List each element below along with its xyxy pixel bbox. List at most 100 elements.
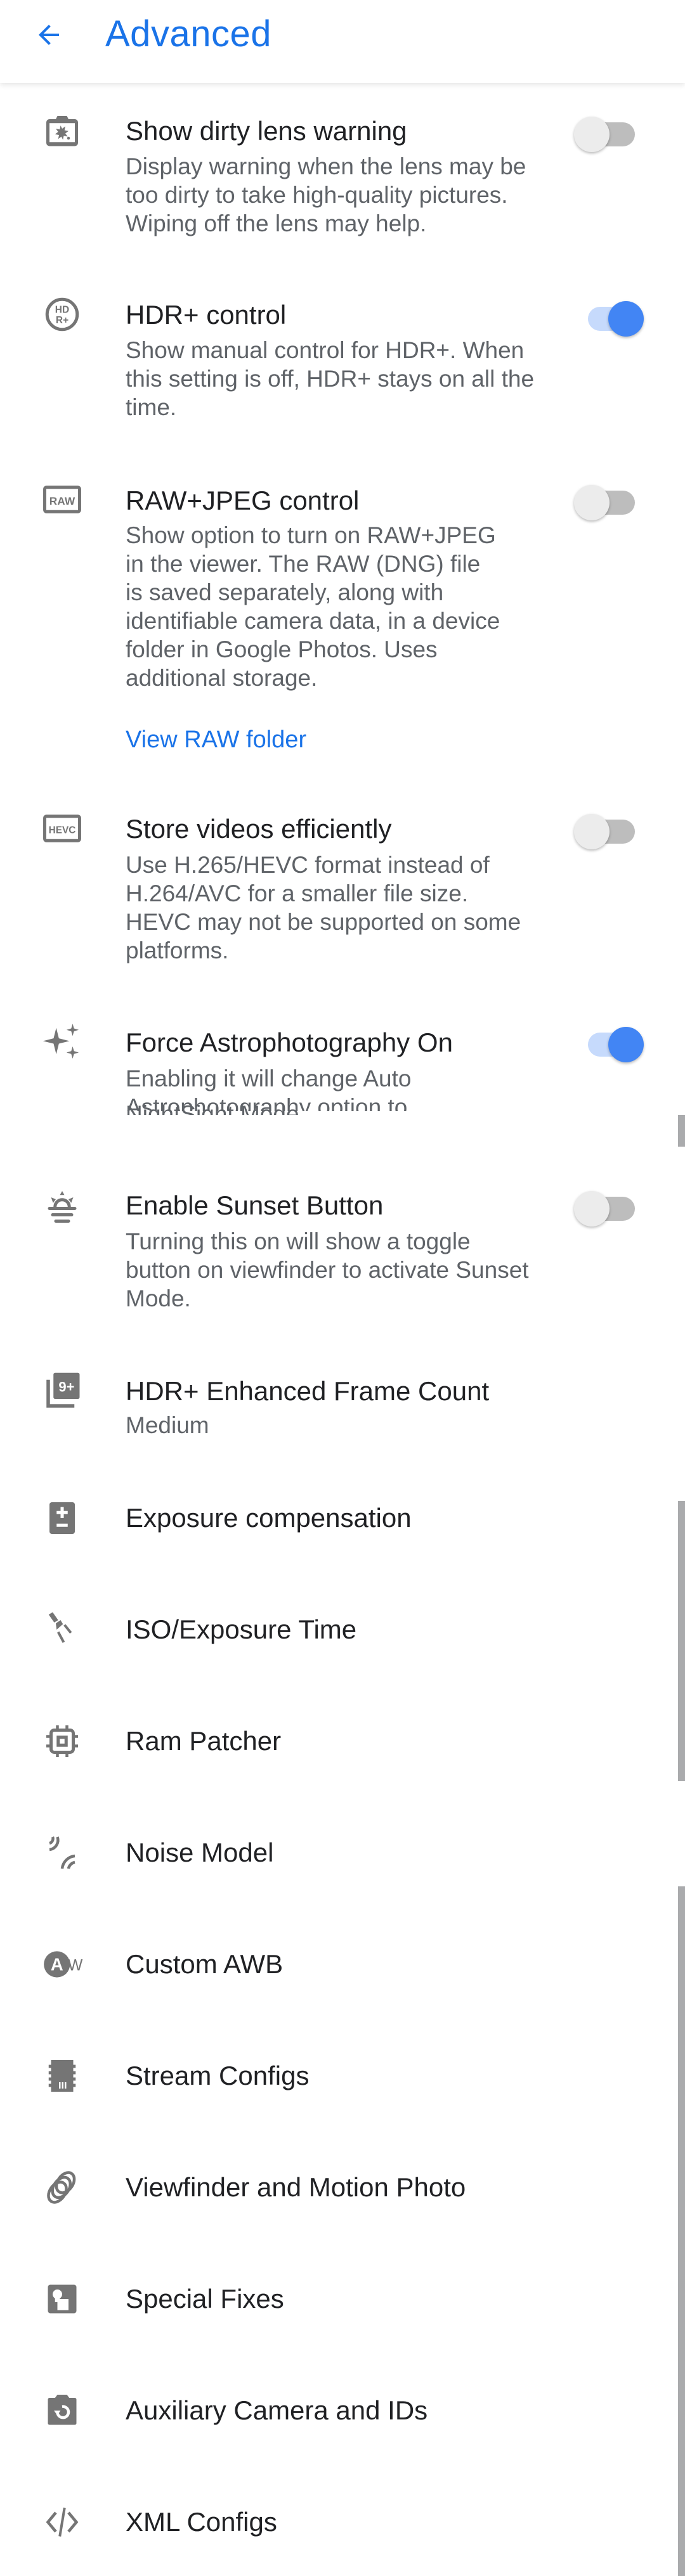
sunset-icon <box>39 1184 85 1230</box>
summary-line: identifiable camera data, in a device <box>126 608 500 634</box>
menu-item-special-fixes[interactable]: Special Fixes <box>0 2270 685 2328</box>
scrollbar-thumb[interactable] <box>678 1501 685 1781</box>
summary-line: Display warning when the lens may be <box>126 153 526 179</box>
menu-item-ram-patcher[interactable]: Ram Patcher <box>0 1713 685 1770</box>
summary-line: this setting is off, HDR+ stays on all t… <box>126 366 535 392</box>
summary-line: Show option to turn on RAW+JPEG <box>126 522 496 548</box>
setting-title: HDR+ Enhanced Frame Count <box>126 1376 490 1406</box>
sparkles-icon <box>39 1019 85 1065</box>
switch-thumb <box>608 1027 644 1062</box>
switch-thumb <box>574 1191 610 1227</box>
svg-text:A: A <box>51 1955 63 1974</box>
scrollbar-thumb[interactable] <box>678 1115 685 1147</box>
setting-hdr-enhanced-frame-count[interactable]: 9+ HDR+ Enhanced Frame Count Medium <box>0 1363 685 1464</box>
menu-item-auxiliary-camera[interactable]: Auxiliary Camera and IDs <box>0 2382 685 2439</box>
svg-text:RAW: RAW <box>49 494 75 507</box>
app-bar: Advanced <box>0 0 685 83</box>
summary-line: folder in Google Photos. Uses <box>126 636 438 662</box>
special-fixes-icon <box>39 2276 85 2322</box>
setting-hdr-control[interactable]: HD R+ HDR+ control Show manual control f… <box>0 285 685 444</box>
menu-item-xml-configs[interactable]: XML Configs <box>0 2494 685 2551</box>
memory-chip-icon <box>39 1718 85 1764</box>
summary-line: additional storage. <box>126 665 318 691</box>
menu-item-label: Noise Model <box>126 1838 274 1867</box>
summary-line: Show manual control for HDR+. When <box>126 337 525 363</box>
summary-line: Wiping off the lens may help. <box>126 210 427 236</box>
setting-dirty-lens-warning[interactable]: Show dirty lens warning Display warning … <box>0 101 685 266</box>
setting-title: HDR+ control <box>126 300 287 330</box>
summary-line: HEVC may not be supported on some <box>126 909 521 935</box>
svg-text:R+: R+ <box>56 315 68 326</box>
summary-line: H.264/AVC for a smaller file size. <box>126 880 469 906</box>
svg-text:HEVC: HEVC <box>49 825 76 836</box>
menu-item-label: Viewfinder and Motion Photo <box>126 2172 466 2202</box>
setting-title: RAW+JPEG control <box>126 486 360 515</box>
menu-item-exposure-compensation[interactable]: Exposure compensation <box>0 1490 685 1547</box>
sunset-button-toggle[interactable] <box>574 1188 644 1229</box>
awb-icon: A W <box>39 1942 85 1987</box>
summary-line: Enabling it will change Auto <box>126 1066 412 1092</box>
setting-enable-sunset-button[interactable]: Enable Sunset Button Turning this on wil… <box>0 1175 685 1340</box>
setting-title: Force Astrophotography On <box>126 1027 453 1057</box>
arrow-back-icon <box>39 25 59 45</box>
summary-line: Mode. <box>126 1285 191 1311</box>
camera-switch-icon <box>39 2388 85 2433</box>
setting-force-astrophotography[interactable]: Force Astrophotography On Enabling it wi… <box>0 1012 685 1138</box>
stream-chip-icon <box>39 2053 85 2099</box>
summary-line: is saved separately, along with <box>126 579 444 605</box>
menu-item-stream-configs[interactable]: Stream Configs <box>0 2047 685 2104</box>
summary-line: button on viewfinder to activate Sunset <box>126 1257 529 1283</box>
svg-text:W: W <box>68 1957 83 1974</box>
raw-icon: RAW <box>39 477 85 522</box>
summary-line: platforms. <box>126 937 229 963</box>
setting-title: Enable Sunset Button <box>126 1190 384 1220</box>
iso-exposure-time-icon <box>39 1607 85 1652</box>
back-button[interactable] <box>28 14 70 56</box>
setting-title: Show dirty lens warning <box>126 116 407 146</box>
setting-summary: Display warning when the lens may be too… <box>126 152 563 238</box>
menu-item-custom-awb[interactable]: A W Custom AWB <box>0 1936 685 1993</box>
raw-jpeg-toggle[interactable] <box>574 482 644 523</box>
setting-store-videos-efficiently[interactable]: HEVC Store videos efficiently Use H.265/… <box>0 799 685 989</box>
setting-title: Store videos efficiently <box>126 814 392 844</box>
dirty-lens-icon <box>39 109 85 155</box>
view-raw-folder-link[interactable]: View RAW folder <box>126 724 306 756</box>
summary-line: too dirty to take high-quality pictures. <box>126 182 508 208</box>
force-astrophotography-toggle[interactable] <box>574 1024 644 1065</box>
summary-line: Use H.265/HEVC format instead of <box>126 852 490 878</box>
scrollbar-thumb[interactable] <box>678 1886 685 2576</box>
summary-line: NightSight Mode. <box>126 1101 306 1115</box>
menu-item-label: Special Fixes <box>126 2284 284 2314</box>
switch-thumb <box>574 814 610 849</box>
menu-item-label: Custom AWB <box>126 1949 284 1979</box>
hevc-icon: HEVC <box>39 806 85 851</box>
menu-item-label: ISO/Exposure Time <box>126 1614 357 1644</box>
store-videos-efficiently-toggle[interactable] <box>574 811 644 852</box>
dirty-lens-toggle[interactable] <box>574 114 644 155</box>
page-title: Advanced <box>105 13 271 55</box>
menu-item-label: Exposure compensation <box>126 1503 412 1533</box>
switch-thumb <box>574 117 610 152</box>
setting-summary: Show manual control for HDR+. When this … <box>126 336 563 422</box>
motion-photo-icon <box>39 2165 85 2210</box>
switch-thumb <box>574 485 610 520</box>
menu-item-label: XML Configs <box>126 2507 277 2537</box>
menu-item-noise-model[interactable]: Noise Model <box>0 1824 685 1881</box>
code-icon <box>39 2499 85 2545</box>
svg-text:HD: HD <box>55 305 69 316</box>
menu-item-label: Ram Patcher <box>126 1726 282 1756</box>
switch-thumb <box>608 301 644 337</box>
summary-line: Turning this on will show a toggle <box>126 1228 471 1254</box>
menu-item-viewfinder-motion-photo[interactable]: Viewfinder and Motion Photo <box>0 2159 685 2216</box>
hdr-control-toggle[interactable] <box>574 299 644 339</box>
menu-item-iso-exposure-time[interactable]: ISO/Exposure Time <box>0 1601 685 1658</box>
summary-line: time. <box>126 394 177 420</box>
setting-summary: Show option to turn on RAW+JPEG in the v… <box>126 521 563 692</box>
setting-summary: Turning this on will show a toggle butto… <box>126 1227 563 1313</box>
svg-text:9+: 9+ <box>58 1379 74 1394</box>
setting-summary: Enabling it will change Auto Astrophotog… <box>126 1064 563 1115</box>
setting-raw-jpeg-control[interactable]: RAW RAW+JPEG control Show option to turn… <box>0 470 685 775</box>
menu-item-label: Auxiliary Camera and IDs <box>126 2395 428 2425</box>
setting-summary: Use H.265/HEVC format instead of H.264/A… <box>126 851 563 965</box>
setting-value: Medium <box>126 1412 209 1438</box>
